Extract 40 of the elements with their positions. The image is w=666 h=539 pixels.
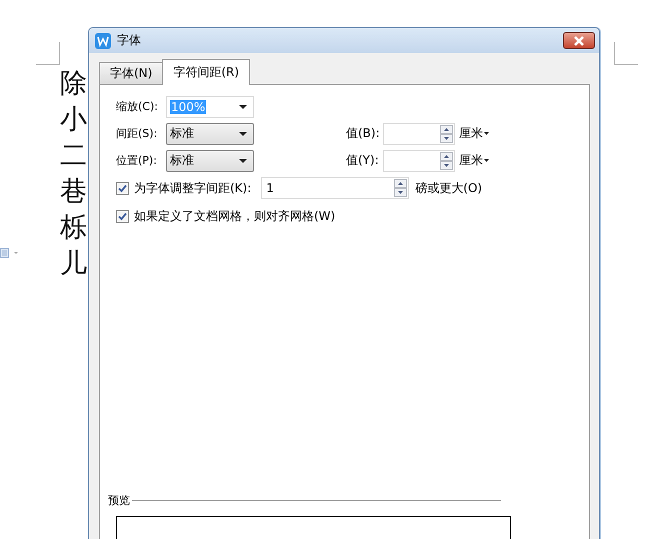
caret-icon	[239, 104, 247, 108]
document-text: 巷	[60, 175, 87, 209]
document-text: 小	[60, 103, 87, 137]
dropdown[interactable]: 标准	[166, 150, 254, 172]
margin-corner-mark	[614, 42, 638, 66]
checkbox[interactable]	[116, 182, 129, 194]
unit-dropdown[interactable]: 厘米	[459, 152, 483, 169]
document-text: 儿	[60, 247, 87, 281]
document-text: 栎	[60, 211, 87, 245]
close-button[interactable]	[563, 32, 595, 49]
document-text: 除	[60, 67, 87, 101]
caret-icon	[239, 158, 247, 162]
spin-field[interactable]	[383, 122, 455, 144]
document-text: 二	[60, 139, 87, 173]
checkbox[interactable]	[116, 210, 129, 222]
caret-icon[interactable]	[484, 159, 489, 162]
section-label: 预览	[108, 493, 130, 508]
checkbox-label: 为字体调整字间距(K):	[134, 180, 252, 196]
window-title: 字体	[117, 32, 142, 49]
field-label: 间距(S):	[116, 126, 158, 141]
caret-icon	[239, 132, 247, 136]
spin-arrows-icon[interactable]	[440, 124, 453, 142]
app-logo-icon	[95, 32, 111, 48]
spin-arrows-icon[interactable]	[440, 152, 453, 170]
field-label: 值(Y):	[346, 152, 380, 169]
spin-field[interactable]: 1	[261, 177, 410, 199]
field-label: 位置(P):	[116, 153, 158, 168]
caret-icon[interactable]	[484, 132, 489, 135]
margin-corner-mark	[36, 42, 60, 66]
spin-arrows-icon[interactable]	[394, 179, 408, 197]
spin-field[interactable]	[383, 150, 455, 172]
field-label: 缩放(C):	[116, 99, 159, 114]
tab[interactable]: 字体(N)	[99, 62, 164, 84]
dropdown[interactable]: 标准	[166, 122, 254, 144]
unit-dropdown[interactable]: 厘米	[459, 125, 483, 142]
tab[interactable]: 字符间距(R)	[162, 59, 250, 85]
close-icon	[572, 36, 586, 46]
field-label: 值(B):	[346, 125, 381, 142]
checkbox-label: 如果定义了文档网格，则对齐网格(W)	[134, 208, 336, 224]
field-label: 磅或更大(O)	[415, 180, 482, 196]
